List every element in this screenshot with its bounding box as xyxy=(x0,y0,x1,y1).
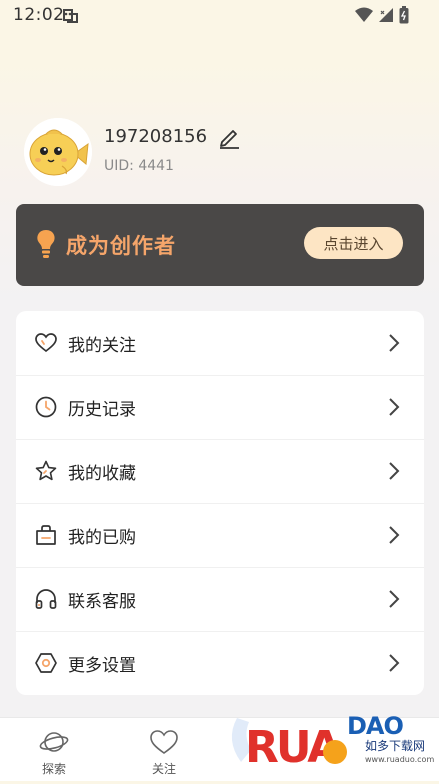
svg-text:如多下载网: 如多下载网 xyxy=(365,738,425,753)
signal-icon xyxy=(379,8,393,22)
enter-creator-button[interactable]: 点击进入 xyxy=(304,227,403,259)
menu-item-history[interactable]: 历史记录 xyxy=(16,375,424,439)
divider xyxy=(16,375,424,376)
user-uid: UID: 4441 xyxy=(104,158,174,174)
menu-item-settings[interactable]: 更多设置 xyxy=(16,631,424,695)
star-icon xyxy=(35,460,57,481)
heart-icon xyxy=(150,730,178,754)
tab-explore[interactable]: 探索 xyxy=(9,718,99,781)
watermark-logo: RUA DAO 如多下载网 www.ruaduo.com xyxy=(225,700,439,780)
chevron-right-icon xyxy=(389,398,400,416)
menu-label: 联系客服 xyxy=(68,592,136,612)
headphones-icon xyxy=(35,589,57,609)
avatar[interactable] xyxy=(24,118,92,186)
clock-icon xyxy=(35,396,57,418)
status-bar: 12:02 xyxy=(0,0,439,32)
chevron-right-icon xyxy=(389,654,400,672)
menu-label: 历史记录 xyxy=(68,400,136,420)
chevron-right-icon xyxy=(389,334,400,352)
divider xyxy=(16,439,424,440)
divider xyxy=(16,567,424,568)
lightbulb-icon xyxy=(37,230,55,258)
edit-pencil-icon[interactable] xyxy=(216,124,242,150)
status-time: 12:02 xyxy=(13,5,65,25)
wifi-icon xyxy=(355,7,373,22)
chevron-right-icon xyxy=(389,462,400,480)
tab-label: 探索 xyxy=(41,762,66,776)
profile-header: 197208156 UID: 4441 xyxy=(24,118,424,188)
svg-text:www.ruaduo.com: www.ruaduo.com xyxy=(365,755,434,764)
menu-item-following[interactable]: 我的关注 xyxy=(16,311,424,375)
menu-item-customer-service[interactable]: 联系客服 xyxy=(16,567,424,631)
creator-title: 成为创作者 xyxy=(66,234,176,258)
notification-app-icon xyxy=(63,9,78,23)
fish-avatar-icon xyxy=(24,118,92,186)
settings-icon xyxy=(35,653,57,673)
battery-icon xyxy=(399,6,409,24)
svg-text:DAO: DAO xyxy=(347,712,403,740)
menu-label: 更多设置 xyxy=(68,656,136,676)
tab-label: 关注 xyxy=(151,762,176,776)
menu-list: 我的关注 历史记录 我的收藏 我的已购 联系客服 更多设置 xyxy=(16,311,424,695)
chevron-right-icon xyxy=(389,526,400,544)
chevron-right-icon xyxy=(389,590,400,608)
creator-banner[interactable]: 成为创作者 点击进入 xyxy=(16,204,424,286)
bag-icon xyxy=(36,525,56,545)
username: 197208156 xyxy=(104,126,208,147)
menu-label: 我的关注 xyxy=(68,336,136,356)
status-icons xyxy=(355,6,409,24)
divider xyxy=(16,503,424,504)
menu-label: 我的已购 xyxy=(68,528,136,548)
divider xyxy=(16,631,424,632)
menu-item-purchased[interactable]: 我的已购 xyxy=(16,503,424,567)
menu-item-favorites[interactable]: 我的收藏 xyxy=(16,439,424,503)
heart-icon xyxy=(35,333,57,353)
menu-label: 我的收藏 xyxy=(68,464,136,484)
tab-following[interactable]: 关注 xyxy=(119,718,209,781)
planet-icon xyxy=(39,732,69,752)
